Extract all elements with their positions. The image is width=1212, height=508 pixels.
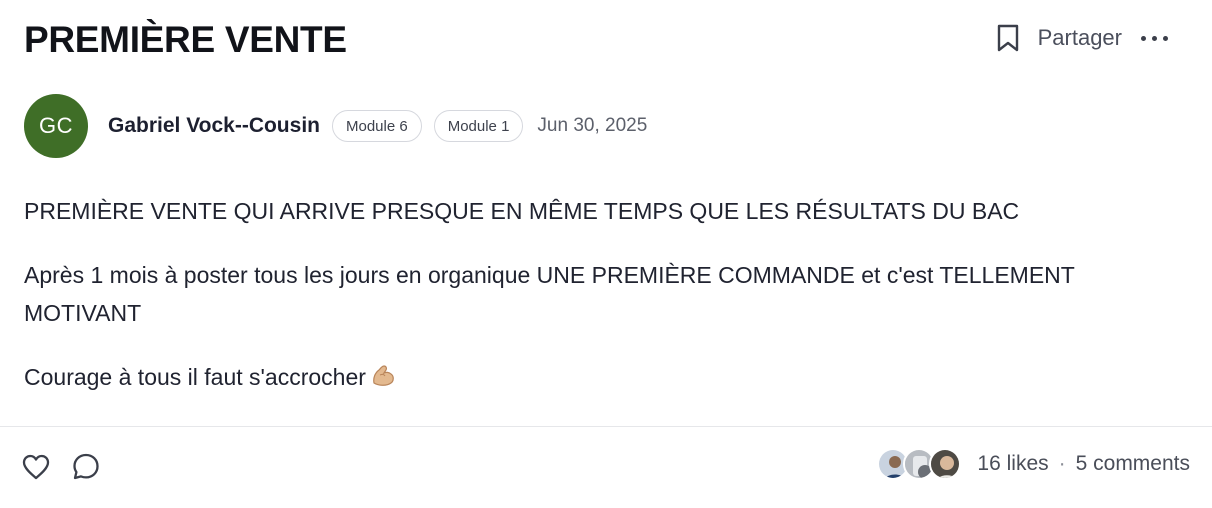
post-paragraph-text: Courage à tous il faut s'accrocher [24,364,366,390]
header-actions: Partager [992,20,1172,56]
tag-module-1[interactable]: Module 1 [433,110,524,142]
avatar [929,448,962,480]
more-horizontal-icon [1140,35,1146,41]
comment-bubble-icon [73,453,99,480]
post-date: Jun 30, 2025 [537,115,648,136]
post-paragraph: PREMIÈRE VENTE QUI ARRIVE PRESQUE EN MÊM… [24,198,1020,224]
share-button[interactable]: Partager [1038,25,1122,51]
post-header: PREMIÈRE VENTE Partager [24,14,1172,66]
flexed-biceps-icon [373,365,394,386]
liker-avatars[interactable] [877,448,962,480]
divider [0,426,1212,427]
comments-count[interactable]: 5 comments [1076,452,1190,476]
post-card: PREMIÈRE VENTE Partager GC Gabriel Vock-… [0,0,1212,508]
like-button[interactable] [18,449,54,485]
bookmark-button[interactable] [992,20,1024,56]
tag-module-6[interactable]: Module 6 [331,110,422,142]
author-row: GC Gabriel Vock--Cousin Module 6 Module … [24,94,647,158]
bookmark-icon [997,24,1018,52]
engagement-summary: 16 likes · 5 comments [877,448,1190,480]
post-title: PREMIÈRE VENTE [24,19,347,60]
post-paragraph: Après 1 mois à poster tous les jours en … [24,262,1075,326]
separator-dot: · [1058,452,1066,475]
likes-count[interactable]: 16 likes [977,452,1048,476]
post-body: PREMIÈRE VENTE QUI ARRIVE PRESQUE EN MÊM… [24,192,1164,422]
comment-button[interactable] [68,449,104,485]
post-paragraph-last: Courage à tous il faut s'accrocher [24,358,1164,396]
heart-icon [22,454,50,480]
author-name[interactable]: Gabriel Vock--Cousin [108,114,320,138]
avatar[interactable]: GC [24,94,88,158]
more-options-button[interactable] [1136,20,1172,56]
post-footer: 16 likes · 5 comments [18,446,1190,488]
